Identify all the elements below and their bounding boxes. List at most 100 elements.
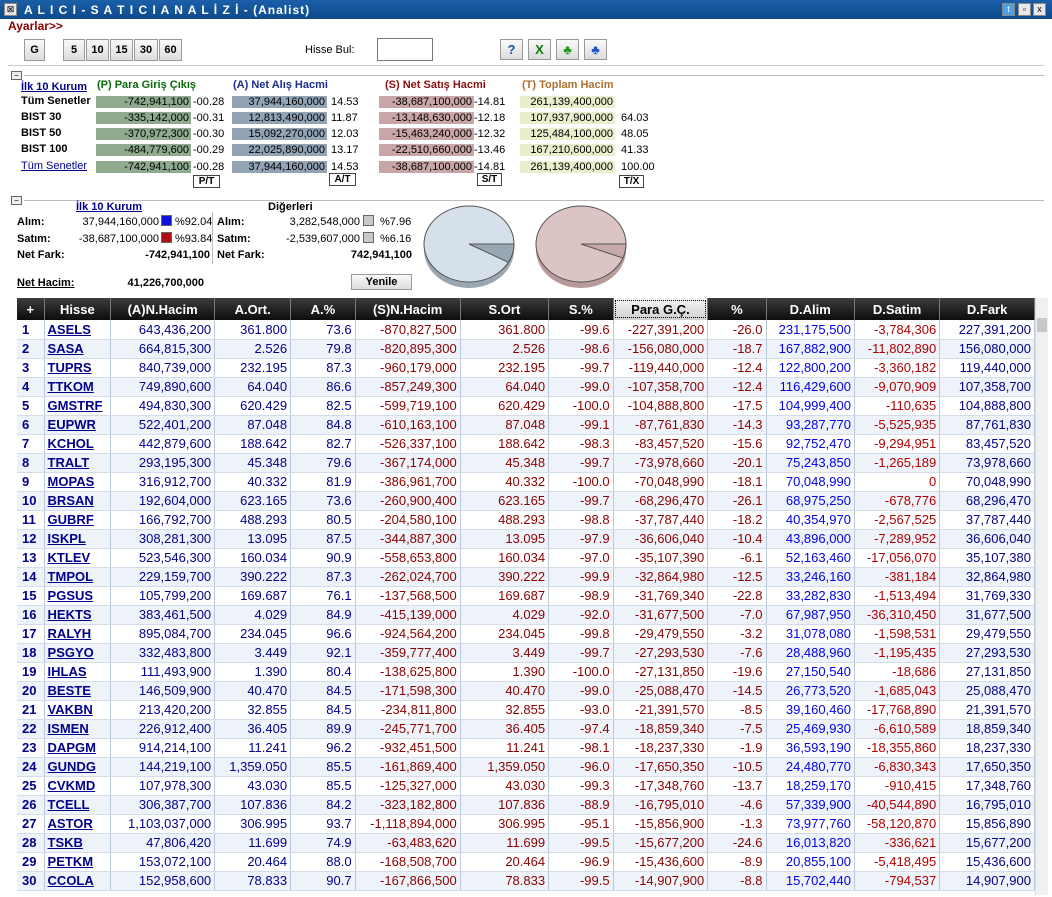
symbol-link[interactable]: GMSTRF — [44, 396, 112, 416]
pt-button[interactable]: P/T — [193, 175, 220, 188]
table-row[interactable]: 12 ISKPL 308,281,300 13.095 87.5 -344,887,300… — [17, 529, 1035, 549]
symbol-link[interactable]: ASTOR — [44, 814, 112, 834]
symbol-link[interactable]: KCHOL — [44, 434, 112, 454]
symbol-link[interactable]: IHLAS — [44, 662, 112, 682]
table-row[interactable]: 23 DAPGM 914,214,100 11.241 96.2 -932,451,500… — [17, 738, 1035, 758]
table-row[interactable]: 20 BESTE 146,509,900 40.470 84.5 -171,598,300… — [17, 681, 1035, 701]
table-row[interactable]: 28 TSKB 47,806,420 11.699 74.9 -63,483,620 11.… — [17, 833, 1035, 853]
table-row[interactable]: 10 BRSAN 192,604,000 623.165 73.6 -260,900,40… — [17, 491, 1035, 511]
column-header-2[interactable]: (A)N.Hacim — [110, 298, 216, 320]
table-row[interactable]: 14 TMPOL 229,159,700 390.222 87.3 -262,024,70… — [17, 567, 1035, 587]
period-button-60[interactable]: 60 — [159, 39, 182, 61]
table-row[interactable]: 8 TRALT 293,195,300 45.348 79.6 -367,174,000 4… — [17, 453, 1035, 473]
column-header-3[interactable]: A.Ort. — [214, 298, 292, 320]
table-row[interactable]: 18 PSGYO 332,483,800 3.449 92.1 -359,777,400 3… — [17, 643, 1035, 663]
search-input[interactable] — [377, 38, 433, 61]
period-button-15[interactable]: 15 — [110, 39, 133, 61]
at-button[interactable]: A/T — [329, 173, 356, 186]
tx-button[interactable]: T/X — [619, 175, 644, 188]
blue-group-icon[interactable]: ♣ — [584, 39, 607, 60]
table-row[interactable]: 25 CVKMD 107,978,300 43.030 85.5 -125,327,000… — [17, 776, 1035, 796]
excel-icon[interactable]: X — [528, 39, 551, 60]
symbol-link[interactable]: ISKPL — [44, 529, 112, 549]
table-row[interactable]: 30 CCOLA 152,958,600 78.833 90.7 -167,866,500… — [17, 871, 1035, 891]
summary-row-label[interactable]: Tüm Senetler — [21, 160, 87, 172]
symbol-link[interactable]: PSGYO — [44, 643, 112, 663]
symbol-link[interactable]: ISMEN — [44, 719, 112, 739]
symbol-link[interactable]: BESTE — [44, 681, 112, 701]
symbol-link[interactable]: CCOLA — [44, 871, 112, 891]
collapse-mid-icon[interactable]: − — [11, 196, 22, 205]
collapse-top-icon[interactable]: − — [11, 71, 22, 80]
column-header-7[interactable]: S.% — [548, 298, 614, 320]
column-header-0[interactable]: + — [17, 298, 45, 320]
symbol-link[interactable]: SASA — [44, 339, 112, 359]
symbol-link[interactable]: RALYH — [44, 624, 112, 644]
twitter-icon[interactable]: t — [1002, 3, 1015, 16]
column-header-10[interactable]: D.Alim — [766, 298, 855, 320]
table-row[interactable]: 2 SASA 664,815,300 2.526 79.8 -820,895,300 2.5… — [17, 339, 1035, 359]
table-row[interactable]: 19 IHLAS 111,493,900 1.390 80.4 -138,625,800 1… — [17, 662, 1035, 682]
table-row[interactable]: 5 GMSTRF 494,830,300 620.429 82.5 -599,719,10… — [17, 396, 1035, 416]
table-row[interactable]: 11 GUBRF 166,792,700 488.293 80.5 -204,580,10… — [17, 510, 1035, 530]
table-row[interactable]: 24 GUNDG 144,219,100 1,359.050 85.5 -161,869,… — [17, 757, 1035, 777]
symbol-link[interactable]: TUPRS — [44, 358, 112, 378]
table-row[interactable]: 9 MOPAS 316,912,700 40.332 81.9 -386,961,700 4… — [17, 472, 1035, 492]
refresh-button[interactable]: Yenile — [351, 274, 412, 290]
column-header-6[interactable]: S.Ort — [460, 298, 550, 320]
vertical-scrollbar[interactable] — [1035, 298, 1048, 895]
symbol-link[interactable]: DAPGM — [44, 738, 112, 758]
settings-link[interactable]: Ayarlar>> — [8, 19, 63, 33]
symbol-link[interactable]: GUNDG — [44, 757, 112, 777]
table-row[interactable]: 3 TUPRS 840,739,000 232.195 87.3 -960,179,000… — [17, 358, 1035, 378]
symbol-link[interactable]: TMPOL — [44, 567, 112, 587]
symbol-link[interactable]: PGSUS — [44, 586, 112, 606]
top10-link[interactable]: İlk 10 Kurum — [21, 81, 87, 93]
table-row[interactable]: 13 KTLEV 523,546,300 160.034 90.9 -558,653,80… — [17, 548, 1035, 568]
table-row[interactable]: 27 ASTOR 1,103,037,000 306.995 93.7 -1,118,89… — [17, 814, 1035, 834]
symbol-link[interactable]: KTLEV — [44, 548, 112, 568]
symbol-link[interactable]: HEKTS — [44, 605, 112, 625]
st-button[interactable]: S/T — [477, 173, 502, 186]
help-icon[interactable]: ? — [500, 39, 523, 60]
period-button-5[interactable]: 5 — [63, 39, 85, 61]
column-header-4[interactable]: A.% — [290, 298, 356, 320]
table-row[interactable]: 7 KCHOL 442,879,600 188.642 82.7 -526,337,100… — [17, 434, 1035, 454]
column-header-9[interactable]: % — [707, 298, 767, 320]
symbol-link[interactable]: TCELL — [44, 795, 112, 815]
table-row[interactable]: 4 TTKOM 749,890,600 64.040 86.6 -857,249,300 6… — [17, 377, 1035, 397]
table-row[interactable]: 17 RALYH 895,084,700 234.045 96.6 -924,564,20… — [17, 624, 1035, 644]
scrollbar-thumb[interactable] — [1037, 318, 1047, 332]
column-header-11[interactable]: D.Satim — [854, 298, 941, 320]
restore-button[interactable]: ▫ — [1018, 3, 1031, 16]
column-header-1[interactable]: Hisse — [44, 298, 112, 320]
column-header-12[interactable]: D.Fark — [939, 298, 1035, 320]
close-button[interactable]: x — [1033, 3, 1046, 16]
table-row[interactable]: 26 TCELL 306,387,700 107.836 84.2 -323,182,80… — [17, 795, 1035, 815]
table-row[interactable]: 1 ASELS 643,436,200 361.800 73.6 -870,827,500… — [17, 320, 1035, 340]
green-group-icon[interactable]: ♣ — [556, 39, 579, 60]
table-row[interactable]: 15 PGSUS 105,799,200 169.687 76.1 -137,568,50… — [17, 586, 1035, 606]
symbol-link[interactable]: PETKM — [44, 852, 112, 872]
symbol-link[interactable]: GUBRF — [44, 510, 112, 530]
table-row[interactable]: 22 ISMEN 226,912,400 36.405 89.9 -245,771,700… — [17, 719, 1035, 739]
symbol-link[interactable]: BRSAN — [44, 491, 112, 511]
table-row[interactable]: 16 HEKTS 383,461,500 4.029 84.9 -415,139,000 4… — [17, 605, 1035, 625]
symbol-link[interactable]: CVKMD — [44, 776, 112, 796]
table-row[interactable]: 21 VAKBN 213,420,200 32.855 84.5 -234,811,800… — [17, 700, 1035, 720]
period-button-10[interactable]: 10 — [86, 39, 109, 61]
column-header-5[interactable]: (S)N.Hacim — [355, 298, 461, 320]
column-header-8[interactable]: Para G.Ç. — [613, 298, 709, 320]
table-row[interactable]: 6 EUPWR 522,401,200 87.048 84.8 -610,163,100 8… — [17, 415, 1035, 435]
system-menu-icon[interactable]: ⊠ — [4, 3, 17, 16]
symbol-link[interactable]: MOPAS — [44, 472, 112, 492]
symbol-link[interactable]: EUPWR — [44, 415, 112, 435]
symbol-link[interactable]: TTKOM — [44, 377, 112, 397]
table-row[interactable]: 29 PETKM 153,072,100 20.464 88.0 -168,508,700… — [17, 852, 1035, 872]
symbol-link[interactable]: ASELS — [44, 320, 112, 340]
symbol-link[interactable]: TRALT — [44, 453, 112, 473]
symbol-link[interactable]: VAKBN — [44, 700, 112, 720]
symbol-link[interactable]: TSKB — [44, 833, 112, 853]
period-button-30[interactable]: 30 — [134, 39, 158, 61]
period-button-g[interactable]: G — [24, 39, 45, 61]
